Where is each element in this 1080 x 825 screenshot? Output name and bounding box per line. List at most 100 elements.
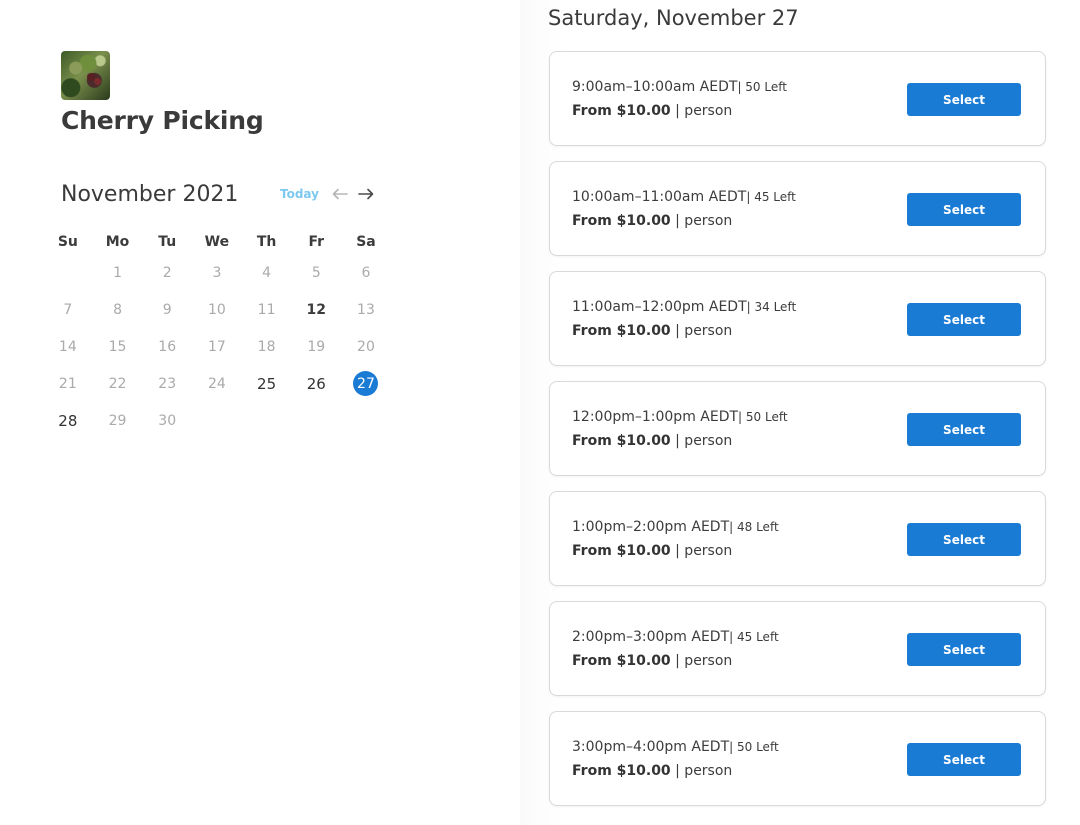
calendar-grid: Su Mo Tu We Th Fr Sa 1 2 3 4 5 6 7 8 9 10 11 12 13 14 15 16 17 1…: [43, 230, 391, 439]
slot-price: From $10.00: [572, 543, 671, 559]
calendar-day: 8: [113, 301, 122, 318]
calendar-empty-cell: [43, 254, 93, 291]
weekday-label: Th: [256, 234, 277, 250]
slot-price-unit: | person: [670, 543, 733, 559]
product-title: Cherry Picking: [61, 106, 264, 135]
calendar-day: 22: [108, 375, 127, 392]
slot-price-unit: | person: [670, 103, 733, 119]
select-slot-button[interactable]: Select: [907, 413, 1021, 446]
weekday-label: Fr: [308, 234, 325, 250]
arrow-left-icon: [332, 188, 348, 200]
select-slot-button[interactable]: Select: [907, 633, 1021, 666]
calendar-day-selected[interactable]: 27: [341, 365, 391, 402]
slot-price-unit: | person: [670, 433, 733, 449]
calendar-empty-cell: [341, 402, 391, 439]
time-slot-card: 12:00pm–1:00pm AEDT| 50 Left From $10.00 …: [549, 381, 1046, 476]
calendar-day-available[interactable]: 28: [43, 402, 93, 439]
calendar-day: 15: [108, 338, 127, 355]
today-button[interactable]: Today: [280, 187, 319, 201]
calendar-day: 18: [257, 338, 276, 355]
slot-price-label: From $10.00 | person: [572, 543, 732, 559]
slot-price-label: From $10.00 | person: [572, 323, 732, 339]
calendar-empty-cell: [291, 402, 341, 439]
select-slot-button[interactable]: Select: [907, 83, 1021, 116]
slot-time-label: 2:00pm–3:00pm AEDT| 45 Left: [572, 629, 779, 645]
time-slot-card: 2:00pm–3:00pm AEDT| 45 Left From $10.00 |…: [549, 601, 1046, 696]
slot-price-unit: | person: [670, 323, 733, 339]
time-slot-card: 11:00am–12:00pm AEDT| 34 Left From $10.00…: [549, 271, 1046, 366]
slot-price: From $10.00: [572, 103, 671, 119]
slot-time-label: 12:00pm–1:00pm AEDT| 50 Left: [572, 409, 788, 425]
calendar-day: 14: [58, 338, 77, 355]
calendar-week-row: 28 29 30: [43, 402, 391, 439]
calendar-day: 6: [361, 264, 371, 281]
calendar-day: 3: [212, 264, 222, 281]
calendar-day: 10: [207, 301, 226, 318]
slot-availability: | 50 Left: [729, 740, 779, 754]
cherry-decoration: [94, 78, 101, 85]
weekday-label: Mo: [105, 234, 130, 250]
slot-time-range: 2:00pm–3:00pm AEDT: [572, 629, 730, 645]
calendar-day: 5: [311, 264, 321, 281]
time-slot-card: 9:00am–10:00am AEDT| 50 Left From $10.00 …: [549, 51, 1046, 146]
product-image: [61, 51, 110, 100]
slot-price-unit: | person: [670, 213, 733, 229]
arrow-right-icon: [358, 188, 374, 200]
calendar-day: 24: [207, 375, 226, 392]
calendar-day-available[interactable]: 26: [291, 365, 341, 402]
slot-time-range: 12:00pm–1:00pm AEDT: [572, 409, 739, 425]
calendar-day: 9: [162, 301, 172, 318]
weekday-label: Sa: [356, 234, 376, 250]
calendar-day: 21: [58, 375, 77, 392]
next-month-button[interactable]: [356, 184, 376, 204]
slot-availability: | 34 Left: [746, 300, 797, 314]
slot-price: From $10.00: [572, 653, 671, 669]
slot-time-range: 11:00am–12:00pm AEDT: [572, 299, 747, 315]
weekday-header-row: Su Mo Tu We Th Fr Sa: [43, 230, 391, 254]
slot-availability: | 45 Left: [729, 630, 779, 644]
slot-time-label: 1:00pm–2:00pm AEDT| 48 Left: [572, 519, 779, 535]
calendar-day: 17: [207, 338, 226, 355]
slot-price-label: From $10.00 | person: [572, 653, 732, 669]
slot-time-label: 3:00pm–4:00pm AEDT| 50 Left: [572, 739, 779, 755]
slot-price-unit: | person: [670, 653, 733, 669]
previous-month-button[interactable]: [330, 184, 350, 204]
time-slot-card: 10:00am–11:00am AEDT| 45 Left From $10.00…: [549, 161, 1046, 256]
calendar-day: 20: [357, 338, 375, 355]
slot-time-label: 9:00am–10:00am AEDT| 50 Left: [572, 79, 787, 95]
select-slot-button[interactable]: Select: [907, 193, 1021, 226]
slot-time-label: 10:00am–11:00am AEDT| 45 Left: [572, 189, 796, 205]
slot-availability: | 50 Left: [738, 410, 788, 424]
calendar-day-available[interactable]: 25: [242, 365, 292, 402]
calendar-day: 12: [306, 301, 327, 318]
slot-price: From $10.00: [572, 213, 671, 229]
slot-price-label: From $10.00 | person: [572, 103, 732, 119]
selected-day-number: 27: [353, 371, 379, 396]
weekday-label: Tu: [158, 234, 177, 250]
slot-availability: | 45 Left: [746, 190, 796, 204]
select-slot-button[interactable]: Select: [907, 743, 1021, 776]
weekday-label: We: [204, 234, 230, 250]
slot-price-label: From $10.00 | person: [572, 433, 732, 449]
calendar-day: 19: [307, 338, 326, 355]
slot-time-range: 10:00am–11:00am AEDT: [572, 189, 747, 205]
calendar-week-row: 1 2 3 4 5 6: [43, 254, 391, 291]
calendar-week-row: 14 15 16 17 18 19 20: [43, 328, 391, 365]
calendar-day: 1: [113, 264, 122, 281]
slot-price: From $10.00: [572, 433, 671, 449]
calendar-day: 13: [357, 301, 375, 318]
slot-time-range: 3:00pm–4:00pm AEDT: [572, 739, 730, 755]
calendar-day: 29: [108, 412, 127, 429]
calendar-day: 4: [262, 264, 272, 281]
calendar-week-row: 7 8 9 10 11 12 13: [43, 291, 391, 328]
select-slot-button[interactable]: Select: [907, 523, 1021, 556]
calendar-month-label: November 2021: [61, 182, 239, 207]
calendar-day: 23: [158, 375, 177, 392]
calendar-day: 2: [162, 264, 172, 281]
slot-availability: | 48 Left: [729, 520, 779, 534]
slot-time-label: 11:00am–12:00pm AEDT| 34 Left: [572, 299, 796, 315]
time-slot-card: 3:00pm–4:00pm AEDT| 50 Left From $10.00 |…: [549, 711, 1046, 806]
select-slot-button[interactable]: Select: [907, 303, 1021, 336]
weekday-label: Su: [57, 234, 78, 250]
calendar-week-row: 21 22 23 24 25 26 27: [43, 365, 391, 402]
